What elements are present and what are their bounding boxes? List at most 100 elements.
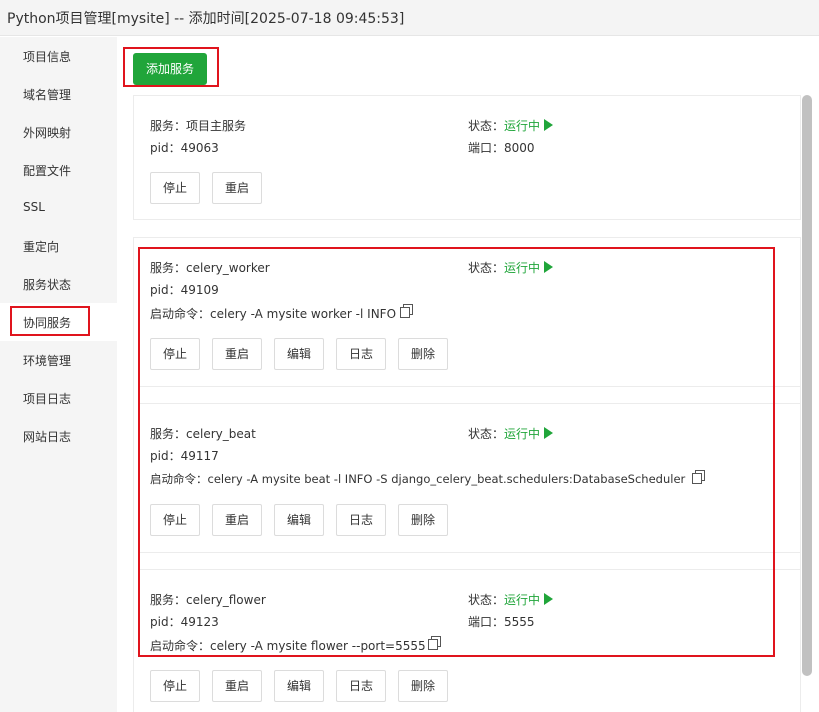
sidebar-item-label: SSL [23,200,45,214]
sidebar-item-project-log[interactable]: 项目日志 [0,379,117,417]
pid-row: pid：49063 [150,139,219,156]
command-label: 启动命令： [150,307,211,321]
pid-value: 49123 [180,615,219,629]
service-name-row: 服务：项目主服务 [150,117,246,134]
add-service-button[interactable]: 添加服务 [133,53,207,85]
status-running: 运行中 [504,427,541,441]
pid-row: pid：49123 [150,613,219,630]
port-value: 8000 [504,141,535,155]
edit-button[interactable]: 编辑 [274,338,324,370]
pid-value: 49117 [180,449,219,463]
stop-button[interactable]: 停止 [150,172,200,204]
command-row: 启动命令：celery -A mysite beat -l INFO -S dj… [150,471,685,487]
sidebar-item-label: 服务状态 [23,278,72,292]
command-label: 启动命令： [150,639,211,653]
sidebar-item-redirect[interactable]: 重定向 [0,227,117,265]
restart-button[interactable]: 重启 [212,172,262,204]
pid-label: pid： [150,141,181,155]
section-divider [139,569,801,570]
restart-button[interactable]: 重启 [212,504,262,536]
stop-button[interactable]: 停止 [150,504,200,536]
port-value: 5555 [504,615,535,629]
status-row: 状态：运行中 [468,425,554,442]
service-name-row: 服务：celery_worker [150,259,270,276]
play-icon [544,427,554,439]
sidebar-item-label: 协同服务 [23,316,72,330]
section-divider [139,403,801,404]
pid-value: 49063 [180,141,219,155]
delete-button[interactable]: 删除 [398,338,448,370]
status-running: 运行中 [504,593,541,607]
sidebar-item-label: 配置文件 [23,164,72,178]
port-row: 端口：8000 [468,139,535,156]
sidebar-item-env-management[interactable]: 环境管理 [0,341,117,379]
status-label: 状态： [468,427,505,441]
pid-label: pid： [150,283,181,297]
command-label: 启动命令： [150,472,208,486]
copy-icon[interactable] [428,636,441,650]
sidebar-item-ssl[interactable]: SSL [0,189,117,227]
sidebar-item-label: 项目日志 [23,392,72,406]
log-button[interactable]: 日志 [336,670,386,702]
pid-label: pid： [150,615,181,629]
edit-button[interactable]: 编辑 [274,504,324,536]
service-name: celery_worker [186,261,270,275]
scrollbar-thumb[interactable] [802,95,812,676]
delete-button[interactable]: 删除 [398,504,448,536]
command-row: 启动命令：celery -A mysite worker -l INFO [150,305,396,322]
delete-button[interactable]: 删除 [398,670,448,702]
service-name: celery_flower [186,593,266,607]
status-label: 状态： [468,119,505,133]
sidebar-item-label: 外网映射 [23,126,72,140]
restart-button[interactable]: 重启 [212,670,262,702]
window-title: Python项目管理[mysite] -- 添加时间[2025-07-18 09… [7,11,405,27]
sidebar-item-config-file[interactable]: 配置文件 [0,151,117,189]
service-label: 服务： [150,593,187,607]
service-name: celery_beat [186,427,256,441]
sidebar-item-cooperative-services[interactable]: 协同服务 [0,303,117,341]
service-name-row: 服务：celery_beat [150,425,256,442]
command-value: celery -A mysite worker -l INFO [210,307,397,321]
sidebar-item-label: 重定向 [23,240,60,254]
pid-label: pid： [150,449,181,463]
window-titlebar: Python项目管理[mysite] -- 添加时间[2025-07-18 09… [0,0,819,36]
service-name-row: 服务：celery_flower [150,591,266,608]
status-row: 状态：运行中 [468,259,554,276]
section-divider [139,552,801,553]
edit-button[interactable]: 编辑 [274,670,324,702]
command-value: celery -A mysite flower --port=5555 [210,639,426,653]
status-row: 状态：运行中 [468,117,554,134]
copy-icon[interactable] [692,470,705,484]
copy-icon[interactable] [400,304,413,318]
section-divider [139,386,801,387]
pid-value: 49109 [180,283,219,297]
command-row: 启动命令：celery -A mysite flower --port=5555 [150,637,426,654]
sidebar-item-project-info[interactable]: 项目信息 [0,37,117,75]
log-button[interactable]: 日志 [336,338,386,370]
sidebar-item-domains[interactable]: 域名管理 [0,75,117,113]
status-row: 状态：运行中 [468,591,554,608]
service-label: 服务： [150,119,187,133]
play-icon [544,261,554,273]
restart-button[interactable]: 重启 [212,338,262,370]
port-label: 端口： [468,615,505,629]
sidebar-item-label: 项目信息 [23,50,72,64]
service-label: 服务： [150,261,187,275]
port-label: 端口： [468,141,505,155]
status-label: 状态： [468,593,505,607]
status-running: 运行中 [504,261,541,275]
pid-row: pid：49117 [150,447,219,464]
stop-button[interactable]: 停止 [150,338,200,370]
sidebar-item-service-status[interactable]: 服务状态 [0,265,117,303]
port-row: 端口：5555 [468,613,535,630]
stop-button[interactable]: 停止 [150,670,200,702]
sidebar-item-label: 环境管理 [23,354,72,368]
service-name: 项目主服务 [186,119,247,133]
command-value: celery -A mysite beat -l INFO -S django_… [207,472,686,486]
sidebar: 项目信息 域名管理 外网映射 配置文件 SSL 重定向 服务状态 协同服务 环境… [0,37,117,712]
sidebar-item-site-log[interactable]: 网站日志 [0,417,117,455]
play-icon [544,593,554,605]
play-icon [544,119,554,131]
sidebar-item-external-mapping[interactable]: 外网映射 [0,113,117,151]
log-button[interactable]: 日志 [336,504,386,536]
